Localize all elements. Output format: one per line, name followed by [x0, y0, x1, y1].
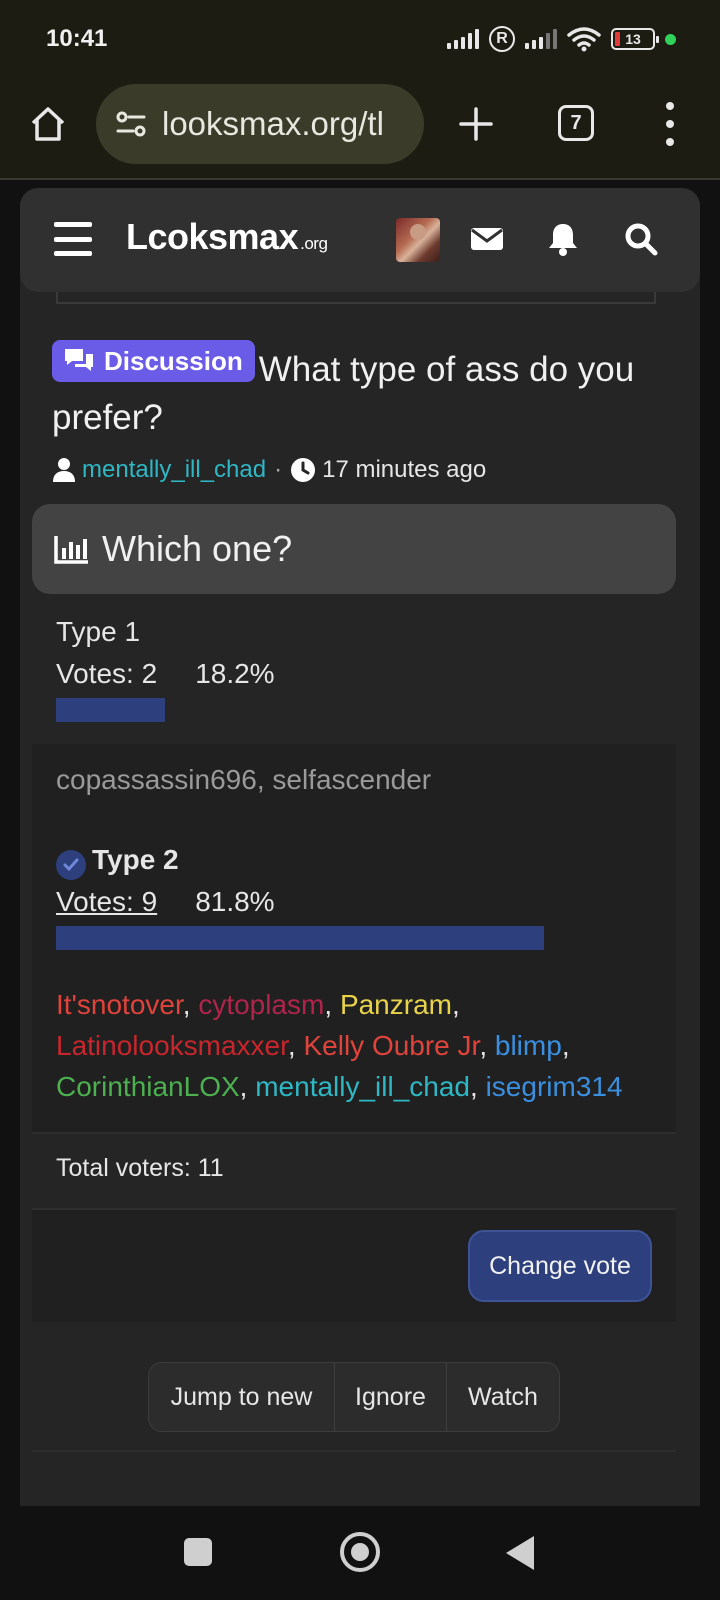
voter-link[interactable]: It'snotover — [56, 989, 183, 1020]
voter-separator: , — [239, 1071, 256, 1102]
poll-header: Which one? — [32, 504, 676, 594]
tab-switcher-button[interactable]: 7 — [558, 105, 594, 141]
check-circle-icon — [56, 850, 86, 880]
page-content: Lcoksmax .org Discussion What type of ass… — [20, 188, 700, 1506]
user-avatar[interactable] — [396, 218, 440, 262]
status-time: 10:41 — [46, 25, 108, 52]
browser-toolbar: looksmax.org/tl 7 — [0, 78, 720, 180]
poll-option-bar — [56, 926, 544, 950]
voter-link[interactable]: blimp — [495, 1030, 562, 1061]
signal-icon-2 — [525, 29, 557, 49]
site-header: Lcoksmax .org — [20, 188, 700, 292]
home-circle-icon[interactable] — [340, 1532, 380, 1572]
poll-option-votes: Votes: 9 81.8% — [56, 886, 275, 918]
voter-separator: , — [479, 1030, 495, 1061]
divider — [32, 1450, 676, 1452]
voter-separator: , — [561, 1030, 570, 1061]
poll-question: Which one? — [102, 528, 293, 569]
voter-link[interactable]: CorinthianLOX — [56, 1071, 240, 1102]
divider — [32, 1132, 676, 1134]
voter-link[interactable]: selfascender — [272, 764, 431, 795]
voter-link[interactable]: Panzram — [340, 989, 452, 1020]
battery-icon: 13 — [611, 28, 659, 50]
voter-link[interactable]: Kelly Oubre Jr — [303, 1030, 479, 1061]
content-frame — [56, 292, 656, 304]
camera-indicator-dot — [665, 33, 676, 45]
voter-separator: , — [287, 1030, 304, 1061]
voter-separator: , — [182, 989, 199, 1020]
address-bar[interactable]: looksmax.org/tl — [96, 84, 424, 164]
status-icons: R 13 — [447, 26, 676, 52]
thread-author-link[interactable]: mentally_ill_chad — [82, 456, 266, 484]
url-text: looksmax.org/tl — [162, 105, 384, 142]
hamburger-menu-icon[interactable] — [54, 222, 92, 256]
poll-option-voters: copassassin696, selfascender — [56, 764, 432, 795]
voter-link[interactable]: copassassin696 — [56, 764, 257, 795]
thread-time: 17 minutes ago — [322, 456, 487, 483]
ignore-button[interactable]: Ignore — [335, 1363, 447, 1431]
logo-main: Lcoksmax — [126, 216, 299, 257]
inbox-envelope-icon[interactable] — [468, 220, 506, 258]
poll-option-label: Type 1 — [56, 616, 141, 647]
votes-percent: 18.2% — [195, 658, 275, 689]
more-menu-icon[interactable] — [660, 102, 680, 146]
system-navigation-bar — [0, 1506, 720, 1600]
votes-percent: 81.8% — [195, 886, 275, 917]
poll-option-label-text: Type 2 — [92, 844, 179, 875]
voter-link[interactable]: isegrim314 — [486, 1071, 623, 1102]
meta-separator: · — [274, 456, 283, 483]
voter-link[interactable]: Latinolooksmaxxer — [56, 1030, 288, 1061]
signal-icon — [447, 29, 479, 49]
roaming-icon: R — [489, 26, 515, 52]
battery-level: 13 — [625, 31, 641, 47]
poll-option-voters: It'snotover, cytoplasm, Panzram, Latinol… — [56, 984, 656, 1107]
back-icon[interactable] — [506, 1536, 534, 1570]
poll-option-votes: Votes: 2 18.2% — [56, 658, 275, 690]
voter-separator: , — [324, 989, 340, 1020]
votes-count[interactable]: Votes: 9 — [56, 886, 157, 918]
recents-icon[interactable] — [184, 1538, 212, 1566]
thread-header: Discussion What type of ass do you prefe… — [52, 340, 662, 484]
voter-separator: , — [470, 1071, 486, 1102]
poll-chart-icon — [54, 536, 88, 564]
logo-suffix: .org — [300, 234, 328, 253]
home-icon[interactable] — [28, 104, 68, 144]
total-voters: Total voters: 11 — [56, 1154, 224, 1182]
thread-action-buttons: Jump to new Ignore Watch — [148, 1362, 560, 1432]
jump-to-new-button[interactable]: Jump to new — [149, 1363, 335, 1431]
wifi-icon — [567, 27, 601, 52]
watch-button[interactable]: Watch — [447, 1363, 559, 1431]
site-logo[interactable]: Lcoksmax .org — [126, 216, 328, 258]
prefix-label: Discussion — [104, 346, 243, 376]
change-vote-button[interactable]: Change vote — [468, 1230, 652, 1302]
search-icon[interactable] — [622, 220, 660, 258]
notifications-bell-icon[interactable] — [544, 220, 582, 258]
votes-count[interactable]: Votes: 2 — [56, 658, 157, 690]
discussion-chat-icon — [65, 349, 93, 371]
thread-title: Discussion What type of ass do you prefe… — [52, 340, 662, 442]
voter-link[interactable]: mentally_ill_chad — [255, 1071, 470, 1102]
new-tab-icon[interactable] — [456, 104, 496, 144]
prefix-badge[interactable]: Discussion — [52, 340, 255, 382]
thread-meta: mentally_ill_chad · 17 minutes ago — [52, 456, 662, 484]
tab-count: 7 — [570, 111, 582, 134]
poll-option-label-selected: Type 2 — [56, 844, 179, 880]
poll-option-bar — [56, 698, 165, 722]
clock-icon — [291, 458, 316, 482]
site-settings-icon[interactable] — [114, 107, 148, 141]
user-icon — [53, 458, 75, 482]
status-bar: 10:41 R 13 — [0, 0, 720, 78]
voter-separator: , — [451, 989, 460, 1020]
voter-link[interactable]: cytoplasm — [198, 989, 324, 1020]
